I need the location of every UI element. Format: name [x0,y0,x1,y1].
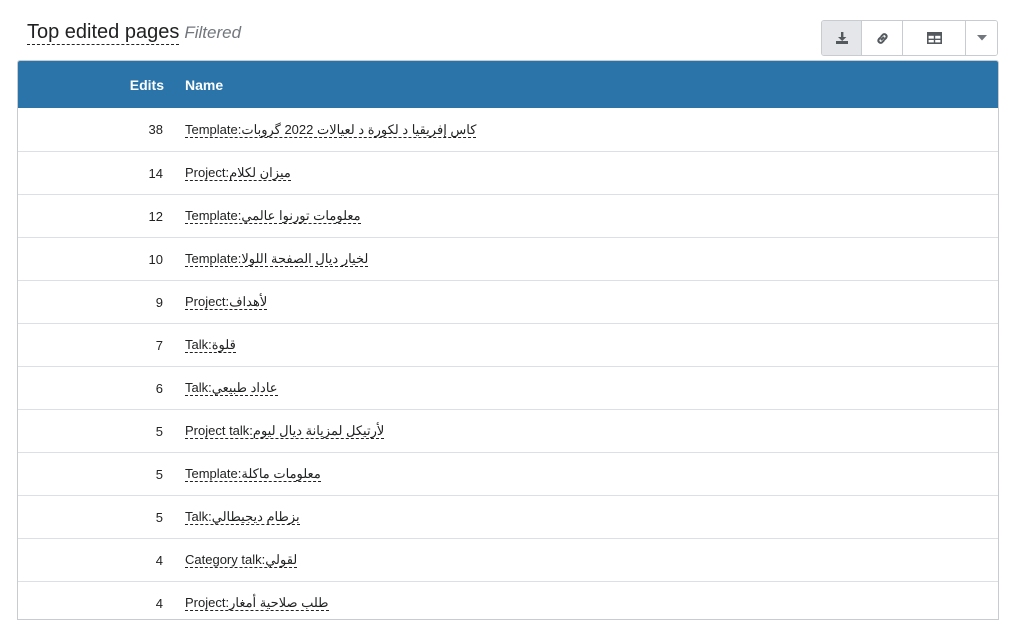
permalink-button[interactable] [862,21,903,55]
page-name-cell: Talk:عاداد طبيعي [163,380,278,396]
edit-count: 9 [155,294,163,310]
table-toolbar [821,20,998,56]
table-row: 9 Project:لأهداف [18,280,998,323]
caret-down-icon [976,35,987,41]
table-row: 12 Template:معلومات تورنوا عالمي [18,194,998,237]
page-link[interactable]: Project:ميزان لكلام [185,165,291,181]
table-row: 6 Talk:عاداد طبيعي [18,366,998,409]
edit-count: 14 [148,165,163,181]
edit-count: 6 [155,380,163,396]
edit-count: 4 [155,552,163,568]
page-name-cell: Template:معلومات تورنوا عالمي [163,208,361,224]
table-row: 4 Project:طلب صلاحية أمغار [18,581,998,619]
edit-count: 4 [155,595,163,611]
table-header: Edits Name [18,61,998,108]
page-header: Top edited pages Filtered [27,20,241,48]
page-name-cell: Template:لخيار ديال الصفحة اللولا [163,251,369,267]
column-header-edits[interactable]: Edits [18,77,164,93]
page-title: Top edited pages [27,21,180,45]
link-icon [876,32,888,44]
edit-count: 5 [155,466,163,482]
table-row: 5 Template:معلومات ماكلة [18,452,998,495]
filter-status: Filtered [184,23,242,42]
edit-count: 7 [155,337,163,353]
page-name-cell: Project:ميزان لكلام [163,165,291,181]
table-row: 10 Template:لخيار ديال الصفحة اللولا [18,237,998,280]
edit-count: 5 [155,423,163,439]
column-header-name[interactable]: Name [164,77,223,93]
table-row: 38 Template:كاس إفريقيا د لكورة د لعيالات… [18,108,998,151]
table-view-button[interactable] [903,21,966,55]
download-button[interactable] [822,21,862,55]
page-name-cell: Talk:قلوة [163,337,236,353]
edit-count: 12 [148,208,163,224]
page-name-cell: Talk:بزطام ديجيطالي [163,509,300,525]
page-link[interactable]: Talk:عاداد طبيعي [185,380,278,396]
view-options-dropdown[interactable] [966,21,997,55]
download-icon [835,32,848,44]
page-link[interactable]: Template:كاس إفريقيا د لكورة د لعيالات 2… [185,121,477,138]
page-name-cell: Category talk:لقولي [163,552,298,568]
page-name-cell: Project:طلب صلاحية أمغار [163,595,329,611]
table-body: 38 Template:كاس إفريقيا د لكورة د لعيالات… [18,108,998,619]
page-name-cell: Project:لأهداف [163,294,268,310]
page-link[interactable]: Talk:قلوة [185,337,236,353]
page-name-cell: Template:كاس إفريقيا د لكورة د لعيالات 2… [163,121,477,138]
table-icon [926,32,942,44]
table-row: 14 Project:ميزان لكلام [18,151,998,194]
page-link[interactable]: Template:معلومات تورنوا عالمي [185,208,361,224]
page-link[interactable]: Project:لأهداف [185,294,268,310]
table-row: 5 Talk:بزطام ديجيطالي [18,495,998,538]
table-row: 7 Talk:قلوة [18,323,998,366]
top-edited-pages-table: Edits Name 38 Template:كاس إفريقيا د لكور… [17,60,999,620]
edit-count: 10 [148,251,163,267]
page-link[interactable]: Talk:بزطام ديجيطالي [185,509,300,525]
page-link[interactable]: Category talk:لقولي [185,552,298,568]
page-link[interactable]: Project talk:لأرتيكل لمزيانة ديال ليوم [185,423,385,439]
page-name-cell: Project talk:لأرتيكل لمزيانة ديال ليوم [163,423,385,439]
page-link[interactable]: Template:معلومات ماكلة [185,466,321,482]
page-link[interactable]: Template:لخيار ديال الصفحة اللولا [185,251,369,267]
edit-count: 38 [148,122,163,137]
table-row: 5 Project talk:لأرتيكل لمزيانة ديال ليوم [18,409,998,452]
edit-count: 5 [155,509,163,525]
table-row: 4 Category talk:لقولي [18,538,998,581]
page-link[interactable]: Project:طلب صلاحية أمغار [185,595,329,611]
page-name-cell: Template:معلومات ماكلة [163,466,321,482]
